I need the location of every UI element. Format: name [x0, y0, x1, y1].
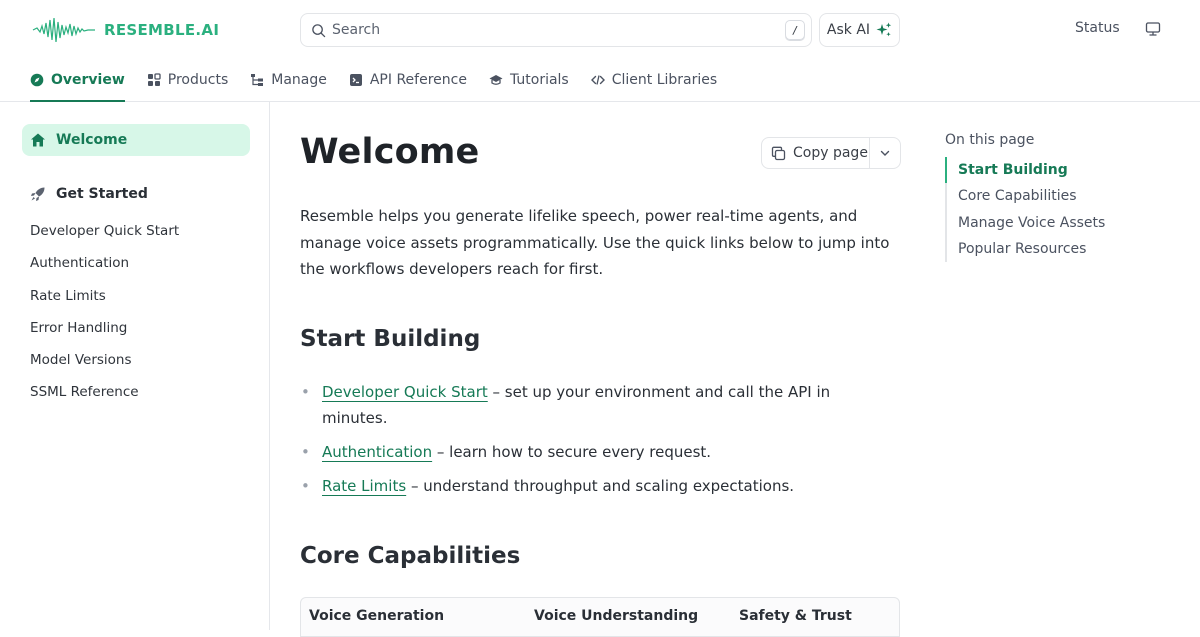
top-navigation: RESEMBLE.AI Search / Ask AI Status Overv…	[0, 0, 1200, 102]
copy-icon	[771, 146, 786, 160]
sidebar-section-get-started: Get Started	[30, 186, 148, 202]
tab-label: Client Libraries	[611, 72, 718, 88]
main-content: Welcome Copy page Resemble helps you gen…	[300, 102, 901, 637]
list-item: Rate Limits – understand throughput and …	[300, 473, 900, 499]
link-developer-quick-start[interactable]: Developer Quick Start	[322, 383, 488, 401]
intro-paragraph: Resemble helps you generate lifelike spe…	[300, 207, 890, 278]
tab-label: Overview	[51, 72, 125, 88]
toc-title: On this page	[945, 132, 1035, 148]
tab-manage[interactable]: Manage	[250, 62, 327, 100]
copy-page-label: Copy page	[793, 145, 868, 161]
ask-ai-label: Ask AI	[826, 22, 871, 38]
tab-label: API Reference	[369, 72, 467, 88]
code-icon	[590, 75, 605, 85]
graduation-cap-icon	[489, 75, 503, 85]
sidebar-item-model-versions[interactable]: Model Versions	[30, 351, 179, 383]
tab-label: Manage	[271, 72, 327, 88]
tab-client-libraries[interactable]: Client Libraries	[590, 62, 718, 100]
toc-item-start-building[interactable]: Start Building	[958, 157, 1105, 183]
chevron-down-icon	[881, 150, 890, 156]
list-item-text: – learn how to secure every request.	[432, 443, 712, 461]
tab-overview[interactable]: Overview	[30, 62, 125, 102]
rocket-icon	[31, 187, 45, 201]
sidebar-item-welcome[interactable]: Welcome	[22, 124, 250, 156]
toc-item-popular-resources[interactable]: Popular Resources	[958, 236, 1105, 262]
toc-list: Start Building Core Capabilities Manage …	[945, 157, 1105, 263]
terminal-icon	[349, 74, 362, 86]
table-header-cell: Safety & Trust	[739, 608, 852, 624]
sidebar: Welcome Get Started Developer Quick Star…	[0, 102, 270, 630]
grid-icon	[147, 73, 161, 86]
sidebar-item-authentication[interactable]: Authentication	[30, 254, 179, 286]
sidebar-item-rate-limits[interactable]: Rate Limits	[30, 287, 179, 319]
search-placeholder: Search	[332, 22, 381, 38]
toc-item-core-capabilities[interactable]: Core Capabilities	[958, 183, 1105, 209]
sidebar-item-error-handling[interactable]: Error Handling	[30, 319, 179, 351]
logo[interactable]: RESEMBLE.AI	[32, 14, 219, 46]
toc-item-manage-voice-assets[interactable]: Manage Voice Assets	[958, 210, 1105, 236]
search-shortcut-key: /	[785, 20, 805, 40]
table-header-cell: Voice Generation	[309, 608, 445, 624]
copy-page-button[interactable]: Copy page	[762, 138, 871, 168]
link-authentication[interactable]: Authentication	[322, 443, 432, 461]
home-icon	[31, 133, 45, 147]
theme-monitor-icon[interactable]	[1145, 21, 1161, 37]
sidebar-item-label: Welcome	[56, 132, 128, 148]
waveform-logo-icon	[32, 17, 95, 43]
tab-products[interactable]: Products	[147, 62, 228, 100]
sidebar-item-developer-quick-start[interactable]: Developer Quick Start	[30, 222, 179, 254]
tab-bar: Overview Products Manage API Reference T…	[30, 62, 739, 102]
ask-ai-button[interactable]: Ask AI	[819, 13, 900, 47]
tab-tutorials[interactable]: Tutorials	[489, 62, 569, 100]
compass-icon	[30, 73, 44, 87]
heading-core-capabilities: Core Capabilities	[300, 543, 521, 569]
tab-label: Products	[167, 72, 229, 88]
sidebar-links: Developer Quick Start Authentication Rat…	[30, 222, 179, 416]
copy-page-button-group: Copy page	[761, 137, 901, 169]
sparkle-icon	[876, 22, 892, 37]
list-item: Developer Quick Start – set up your envi…	[300, 379, 900, 431]
tab-label: Tutorials	[509, 72, 569, 88]
quick-links-list: Developer Quick Start – set up your envi…	[300, 379, 900, 507]
search-input[interactable]: Search /	[300, 13, 812, 47]
sidebar-section-label: Get Started	[56, 186, 148, 202]
tab-api-reference[interactable]: API Reference	[349, 62, 467, 100]
list-item: Authentication – learn how to secure eve…	[300, 439, 900, 465]
capabilities-table-header: Voice Generation Voice Understanding Saf…	[300, 597, 900, 637]
status-link[interactable]: Status	[1075, 20, 1120, 36]
list-item-text: – understand throughput and scaling expe…	[406, 477, 795, 495]
search-icon	[312, 23, 326, 37]
tree-icon	[251, 74, 264, 86]
heading-start-building: Start Building	[300, 326, 481, 352]
copy-page-menu-button[interactable]	[870, 138, 900, 168]
page-title: Welcome	[300, 132, 480, 172]
link-rate-limits[interactable]: Rate Limits	[322, 477, 406, 495]
table-header-cell: Voice Understanding	[534, 608, 699, 624]
sidebar-item-ssml-reference[interactable]: SSML Reference	[30, 383, 179, 415]
logo-text: RESEMBLE.AI	[104, 21, 220, 39]
